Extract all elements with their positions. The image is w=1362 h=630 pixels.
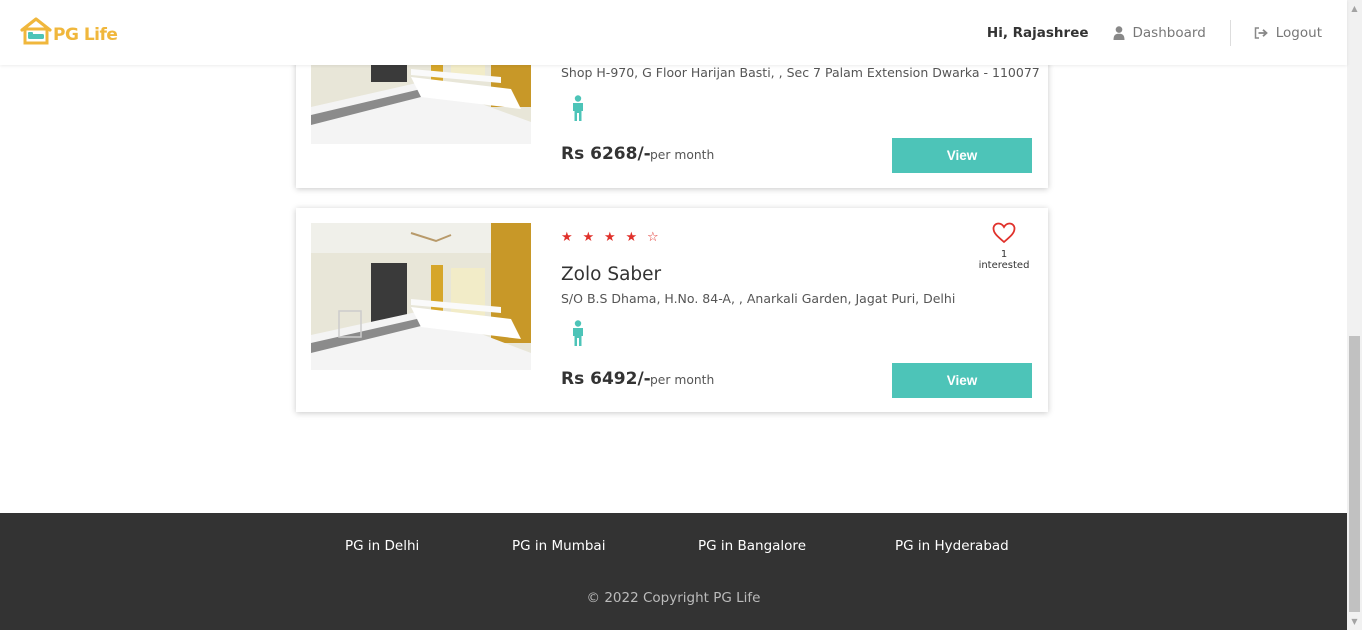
footer-link-mumbai[interactable]: PG in Mumbai bbox=[512, 538, 605, 554]
star-filled-icon: ★ bbox=[625, 230, 638, 245]
star-filled-icon: ★ bbox=[582, 230, 595, 245]
sign-out-icon bbox=[1254, 26, 1268, 39]
star-rating: ★ ★ ★ ★ ☆ bbox=[561, 230, 669, 245]
property-name: Zolo Saber bbox=[561, 264, 662, 285]
room-photo bbox=[311, 223, 531, 370]
scroll-thumb[interactable] bbox=[1349, 336, 1360, 612]
interested-block: 1 interested bbox=[976, 222, 1032, 271]
male-icon bbox=[571, 95, 585, 125]
logo-text: PG Life bbox=[53, 25, 118, 45]
user-icon bbox=[1113, 25, 1125, 40]
property-card: ★ ★ ★ ★ ☆ 1 interested Zolo Saber S/O B.… bbox=[296, 208, 1048, 412]
star-filled-icon: ★ bbox=[604, 230, 616, 245]
property-image[interactable] bbox=[311, 223, 531, 370]
dashboard-label: Dashboard bbox=[1132, 24, 1206, 41]
property-price: Rs 6268/- bbox=[561, 144, 651, 164]
house-bed-logo-icon bbox=[20, 17, 52, 45]
scroll-down-icon[interactable]: ▼ bbox=[1347, 613, 1362, 630]
interested-count: 1 interested bbox=[978, 249, 1030, 271]
footer-link-hyderabad[interactable]: PG in Hyderabad bbox=[895, 538, 1009, 554]
scrollbar[interactable]: ▲ ▼ bbox=[1347, 0, 1362, 630]
scroll-up-icon[interactable]: ▲ bbox=[1347, 0, 1362, 17]
property-address: S/O B.S Dhama, H.No. 84-A, , Anarkali Ga… bbox=[561, 291, 956, 306]
user-greeting: Hi, Rajashree bbox=[986, 24, 1089, 41]
star-empty-icon: ☆ bbox=[647, 230, 659, 245]
footer-link-delhi[interactable]: PG in Delhi bbox=[345, 538, 419, 554]
footer: PG in Delhi PG in Mumbai PG in Bangalore… bbox=[0, 513, 1347, 630]
price-period: per month bbox=[650, 373, 715, 387]
view-button[interactable]: View bbox=[892, 138, 1032, 173]
logout-link[interactable]: Logout bbox=[1254, 25, 1322, 41]
copyright: © 2022 Copyright PG Life bbox=[586, 590, 761, 606]
nav-divider bbox=[1229, 19, 1231, 46]
navbar: PG Life Hi, Rajashree Dashboard Logout bbox=[0, 0, 1347, 65]
property-details: ★ ★ ★ ★ ☆ 1 interested Zolo Saber S/O B.… bbox=[561, 208, 1032, 412]
footer-link-bangalore[interactable]: PG in Bangalore bbox=[698, 538, 806, 554]
nav-links: Hi, Rajashree Dashboard Logout bbox=[987, 0, 1322, 65]
heart-outline-icon[interactable] bbox=[992, 222, 1016, 248]
star-filled-icon: ★ bbox=[561, 230, 573, 245]
price-period: per month bbox=[650, 148, 715, 162]
view-button[interactable]: View bbox=[892, 363, 1032, 398]
logo[interactable]: PG Life bbox=[19, 17, 118, 45]
male-icon bbox=[571, 320, 585, 350]
dashboard-link[interactable]: Dashboard bbox=[1113, 25, 1206, 41]
property-address: Shop H-970, G Floor Harijan Basti, , Sec… bbox=[561, 65, 1040, 80]
logout-label: Logout bbox=[1275, 24, 1322, 41]
property-price: Rs 6492/- bbox=[561, 369, 651, 389]
